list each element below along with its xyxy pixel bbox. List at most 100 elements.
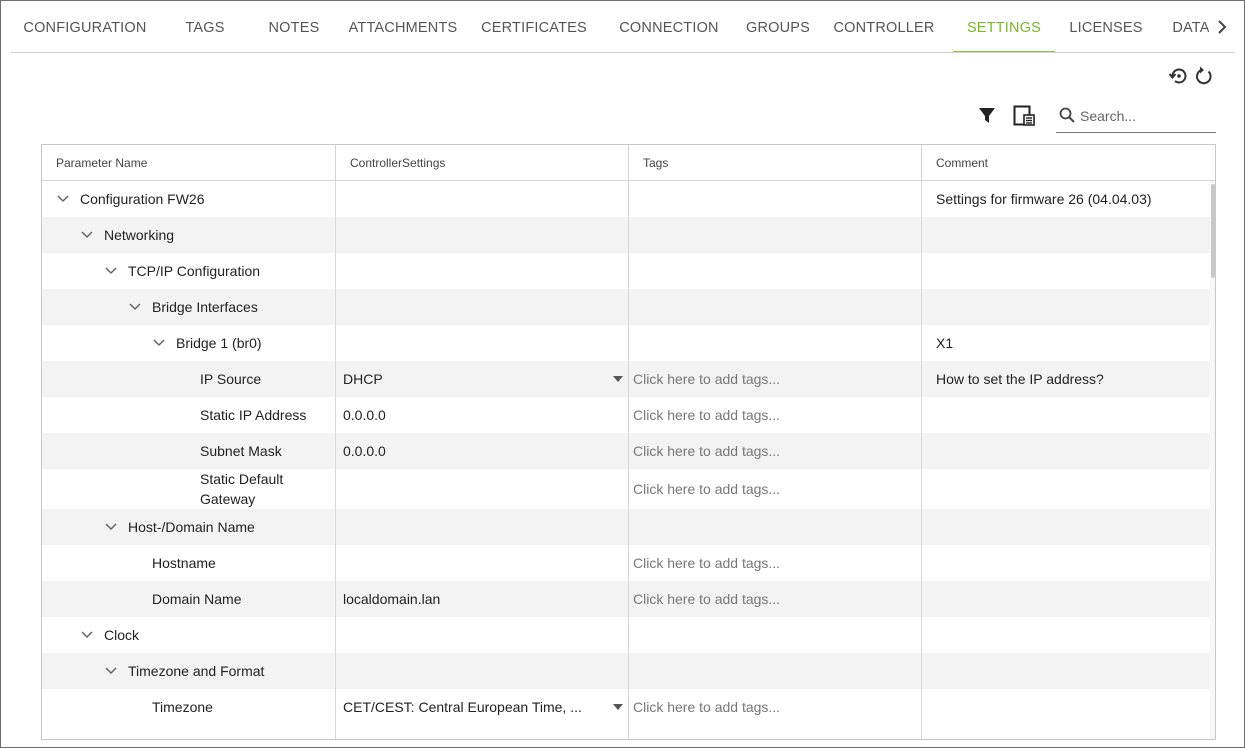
tags-cell[interactable]: Click here to add tags... bbox=[633, 433, 921, 469]
comment-cell[interactable] bbox=[936, 397, 1206, 433]
tab-certificates[interactable]: CERTIFICATES bbox=[475, 1, 593, 52]
comment-cell[interactable] bbox=[936, 433, 1206, 469]
column-header-tags[interactable]: Tags bbox=[629, 145, 922, 181]
parameter-name-cell: Static Default Gateway bbox=[42, 469, 336, 509]
table-row[interactable]: Timezone CET/CEST: Central European Time,… bbox=[42, 689, 1212, 725]
tab-tags[interactable]: TAGS bbox=[169, 1, 241, 52]
comment-cell[interactable] bbox=[936, 217, 1206, 253]
parameter-name-cell: Clock bbox=[42, 617, 336, 653]
value-cell[interactable] bbox=[343, 545, 629, 581]
value-cell[interactable] bbox=[343, 325, 629, 361]
vertical-scrollbar[interactable] bbox=[1210, 181, 1215, 739]
chevron-down-icon[interactable] bbox=[80, 228, 94, 242]
tab-licenses[interactable]: LICENSES bbox=[1056, 1, 1156, 52]
value-cell[interactable]: localdomain.lan bbox=[343, 581, 629, 617]
table-row[interactable]: IP Source DHCP Click here to add tags... Ho… bbox=[42, 361, 1212, 397]
table-row[interactable]: Networking bbox=[42, 217, 1212, 253]
value-cell[interactable]: 0.0.0.0 bbox=[343, 397, 629, 433]
table-row[interactable]: Host-/Domain Name bbox=[42, 509, 1212, 545]
tags-cell[interactable]: Click here to add tags... bbox=[633, 689, 921, 725]
tab-groups[interactable]: GROUPS bbox=[735, 1, 821, 52]
comment-cell[interactable] bbox=[936, 581, 1206, 617]
scrollbar-thumb[interactable] bbox=[1211, 184, 1215, 278]
value-cell[interactable]: 0.0.0.0 bbox=[343, 433, 629, 469]
table-row[interactable]: Hostname Click here to add tags... bbox=[42, 545, 1212, 581]
tab-settings[interactable]: SETTINGS bbox=[953, 1, 1055, 52]
value-cell[interactable] bbox=[343, 509, 629, 545]
comment-text: Settings for firmware 26 (04.04.03) bbox=[936, 191, 1152, 207]
value-dropdown[interactable]: CET/CEST: Central European Time, ... bbox=[343, 689, 629, 725]
tab-connection[interactable]: CONNECTION bbox=[608, 1, 730, 52]
parameter-name: Domain Name bbox=[152, 591, 242, 607]
value-text: 0.0.0.0 bbox=[343, 443, 386, 459]
tags-cell[interactable]: Click here to add tags... bbox=[633, 581, 921, 617]
chevron-down-icon[interactable] bbox=[80, 628, 94, 642]
tags-cell[interactable]: Click here to add tags... bbox=[633, 545, 921, 581]
table-row[interactable]: Static Default Gateway Click here to add … bbox=[42, 469, 1212, 509]
tags-cell[interactable]: Click here to add tags... bbox=[633, 469, 921, 509]
parameter-name: Clock bbox=[104, 627, 140, 643]
tab-scroll-right-button[interactable] bbox=[1209, 1, 1235, 52]
value-cell[interactable] bbox=[343, 653, 629, 689]
value-cell[interactable] bbox=[343, 289, 629, 325]
column-header-parameter-name[interactable]: Parameter Name bbox=[42, 145, 336, 181]
chevron-down-icon[interactable] bbox=[152, 336, 166, 350]
table-row[interactable]: Bridge 1 (br0) X1 bbox=[42, 325, 1212, 361]
tab-attachments[interactable]: ATTACHMENTS bbox=[341, 1, 465, 52]
table-row[interactable]: TCP/IP Configuration bbox=[42, 253, 1212, 289]
table-row[interactable]: Timezone and Format bbox=[42, 653, 1212, 689]
value-cell[interactable] bbox=[343, 469, 629, 509]
parameter-name: IP Source bbox=[200, 371, 262, 387]
comment-cell[interactable] bbox=[936, 653, 1206, 689]
chevron-down-icon[interactable] bbox=[104, 264, 118, 278]
dropdown-arrow-icon[interactable] bbox=[613, 376, 623, 382]
tags-cell[interactable]: Click here to add tags... bbox=[633, 397, 921, 433]
comment-cell[interactable]: X1 bbox=[936, 325, 1206, 361]
tab-configuration[interactable]: CONFIGURATION bbox=[11, 1, 159, 52]
comment-cell[interactable]: How to set the IP address? bbox=[936, 361, 1206, 397]
table-row[interactable]: Configuration FW26 Settings for firmware … bbox=[42, 181, 1212, 217]
table-row[interactable]: Clock bbox=[42, 617, 1212, 653]
parameter-name-cell: Subnet Mask bbox=[42, 433, 336, 469]
table-row[interactable]: Domain Name localdomain.lan Click here to … bbox=[42, 581, 1212, 617]
comment-cell[interactable] bbox=[936, 289, 1206, 325]
comment-cell[interactable] bbox=[936, 617, 1206, 653]
comment-cell[interactable] bbox=[936, 545, 1206, 581]
table-row[interactable]: Subnet Mask 0.0.0.0 Click here to add tags… bbox=[42, 433, 1212, 469]
search-input[interactable] bbox=[1080, 105, 1212, 127]
parameter-name-cell: Bridge Interfaces bbox=[42, 289, 336, 325]
tags-cell[interactable]: Click here to add tags... bbox=[633, 361, 921, 397]
reset-icon[interactable] bbox=[1192, 64, 1216, 88]
tags-placeholder: Click here to add tags... bbox=[633, 591, 781, 607]
chevron-down-icon[interactable] bbox=[104, 520, 118, 534]
tags-placeholder: Click here to add tags... bbox=[633, 443, 781, 459]
value-cell[interactable] bbox=[343, 617, 629, 653]
comment-cell[interactable] bbox=[936, 509, 1206, 545]
comment-cell[interactable] bbox=[936, 469, 1206, 509]
value-dropdown[interactable]: DHCP bbox=[343, 361, 629, 397]
tags-cell bbox=[633, 325, 921, 361]
comment-cell[interactable] bbox=[936, 253, 1206, 289]
value-cell[interactable] bbox=[343, 217, 629, 253]
table-row[interactable]: Bridge Interfaces bbox=[42, 289, 1212, 325]
comment-cell[interactable]: Settings for firmware 26 (04.04.03) bbox=[936, 181, 1206, 217]
comment-cell[interactable] bbox=[936, 689, 1206, 725]
column-header-controller-settings[interactable]: ControllerSettings bbox=[336, 145, 629, 181]
search-box bbox=[1056, 101, 1216, 133]
value-cell[interactable] bbox=[343, 253, 629, 289]
chevron-down-icon[interactable] bbox=[128, 300, 142, 314]
dropdown-arrow-icon[interactable] bbox=[613, 704, 623, 710]
value-cell[interactable] bbox=[343, 181, 629, 217]
value-text: localdomain.lan bbox=[343, 591, 441, 607]
table-row[interactable]: Static IP Address 0.0.0.0 Click here to ad… bbox=[42, 397, 1212, 433]
chevron-down-icon[interactable] bbox=[104, 664, 118, 678]
parameter-name-cell: TCP/IP Configuration bbox=[42, 253, 336, 289]
chevron-down-icon[interactable] bbox=[56, 192, 70, 206]
parameter-name-cell: Bridge 1 (br0) bbox=[42, 325, 336, 361]
tab-controller[interactable]: CONTROLLER bbox=[827, 1, 941, 52]
column-header-comment[interactable]: Comment bbox=[922, 145, 1215, 181]
history-icon[interactable] bbox=[1167, 64, 1191, 88]
filter-icon[interactable] bbox=[975, 104, 999, 128]
tab-notes[interactable]: NOTES bbox=[255, 1, 333, 52]
column-chooser-icon[interactable] bbox=[1011, 103, 1037, 129]
